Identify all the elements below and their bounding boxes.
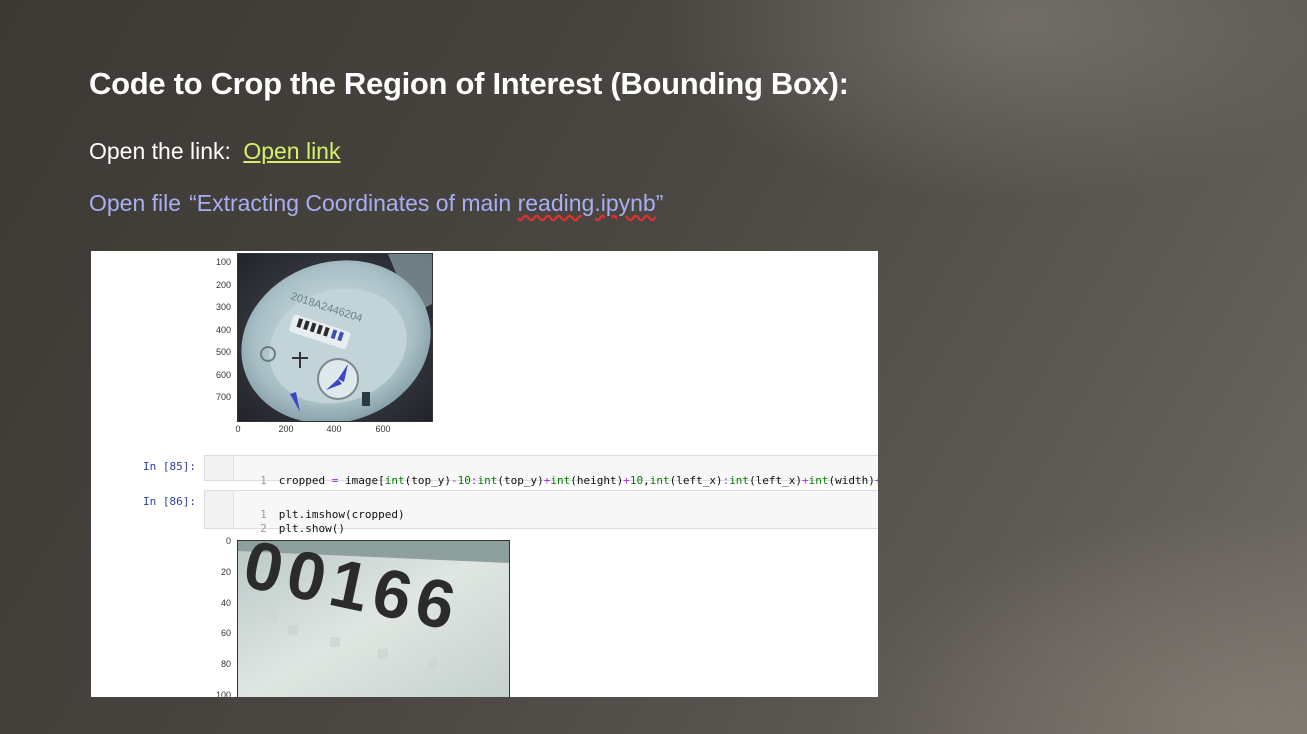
plot1-y-tick: 500 <box>215 347 231 357</box>
plot1-y-tick: 700 <box>215 392 231 402</box>
meter-photo-svg: 2018A2446204 <box>238 254 432 421</box>
line-number: 2 <box>260 522 267 535</box>
cell85-code-cell[interactable]: 1 cropped = image[int(top_y)-10:int(top_y… <box>204 455 878 487</box>
cell86-code-cell[interactable]: 1 plt.imshow(cropped) 2 plt.show() <box>204 490 878 535</box>
plot2-y-tick: 80 <box>220 659 231 670</box>
plot2-y-tick: 40 <box>220 597 231 608</box>
line-number: 1 <box>260 474 267 487</box>
plot2-y-tick: 20 <box>220 566 231 577</box>
plot1-y-tick: 300 <box>215 302 231 312</box>
plot1-x-tick: 0 <box>235 424 241 434</box>
cell86-prompt: In [86]: <box>143 495 196 508</box>
open-file-name: reading.ipynb <box>517 190 656 216</box>
plot2-y-tick: 100 <box>215 690 231 697</box>
cropped-photo-svg: 00166 <box>238 541 509 697</box>
open-link[interactable]: Open link <box>243 138 340 164</box>
cropped-image: 00166 <box>237 540 510 697</box>
open-file-quote-open: “Extracting Coordinates of main <box>189 190 518 216</box>
notebook-screenshot: 100200300400500600700 2018A2446204 <box>91 251 878 697</box>
slide-title: Code to Crop the Region of Interest (Bou… <box>89 66 849 101</box>
cell85-code: cropped = image[int(top_y)-10:int(top_y)… <box>278 474 878 487</box>
cell85-prompt: In [85]: <box>143 460 196 473</box>
plot1-x-tick: 600 <box>375 424 391 434</box>
plot2-y-tick: 0 <box>225 536 231 546</box>
plot1-y-tick: 600 <box>215 369 231 380</box>
open-file-prefix: Open file <box>89 190 182 216</box>
open-link-prefix: Open the link: <box>89 138 231 164</box>
plot1-x-tick: 400 <box>326 424 342 434</box>
open-file-quote-close: ” <box>655 190 664 216</box>
plot1-y-tick: 100 <box>215 257 231 267</box>
plot1-y-tick: 200 <box>215 279 231 290</box>
open-file-line: Open file “Extracting Coordinates of main… <box>89 190 663 217</box>
plot1-x-tick: 200 <box>278 424 294 434</box>
cell86-code-2: plt.show() <box>278 522 345 535</box>
plot2-y-tick: 60 <box>220 628 231 639</box>
plot1-y-tick: 400 <box>215 324 231 335</box>
open-link-line: Open the link: Open link <box>89 138 340 165</box>
meter-image: 2018A2446204 <box>237 253 433 422</box>
